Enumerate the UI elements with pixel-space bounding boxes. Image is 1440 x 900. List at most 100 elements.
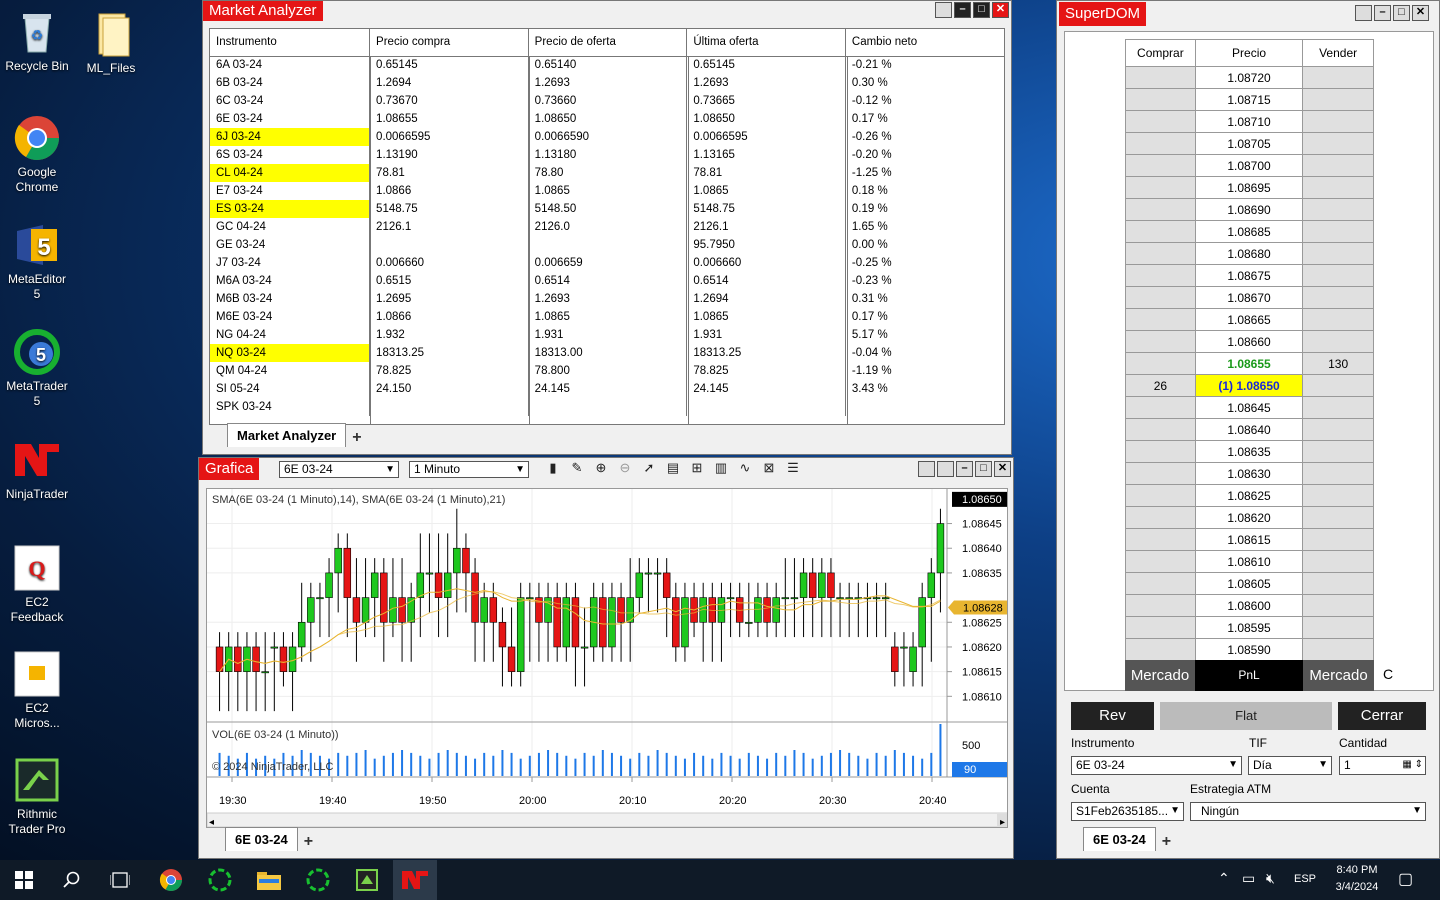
ladder-row[interactable]: 1.08595 xyxy=(1125,616,1374,639)
quantity-stepper[interactable]: 1 ▦ ⇕ xyxy=(1339,756,1426,775)
ladder-row[interactable]: 1.08715 xyxy=(1125,88,1374,111)
sell-cell[interactable] xyxy=(1302,396,1374,419)
buy-cell[interactable] xyxy=(1125,88,1196,111)
desktop-icon-folder[interactable]: ML_Files xyxy=(78,10,144,76)
desktop-icon-ec2-feedback[interactable]: Q EC2 Feedback xyxy=(4,544,70,625)
buy-cell[interactable] xyxy=(1125,462,1196,485)
sell-cell[interactable] xyxy=(1302,176,1374,199)
sell-cell[interactable] xyxy=(1302,308,1374,331)
sell-cell[interactable] xyxy=(1302,506,1374,529)
ninjatrader-taskbar-icon[interactable] xyxy=(393,860,437,900)
table-row[interactable]: QM 04-24 78.825 78.800 78.825 -1.19 % xyxy=(210,362,1004,380)
sell-cell[interactable] xyxy=(1302,66,1374,89)
table-row[interactable]: CL 04-24 78.81 78.80 78.81 -1.25 % xyxy=(210,164,1004,182)
sell-cell[interactable] xyxy=(1302,220,1374,243)
buy-cell[interactable] xyxy=(1125,616,1196,639)
desktop-icon-chrome[interactable]: Google Chrome xyxy=(4,114,70,195)
ladder-row[interactable]: 1.08590 xyxy=(1125,638,1374,661)
ladder-row[interactable]: 1.08685 xyxy=(1125,220,1374,243)
chart-trader-icon[interactable]: ▥ xyxy=(714,461,728,475)
desktop-icon-rithmic[interactable]: Rithmic Trader Pro xyxy=(4,756,70,837)
data-box-icon[interactable]: ▤ xyxy=(666,461,680,475)
sell-cell[interactable] xyxy=(1302,132,1374,155)
drawing-tool-icon[interactable]: ✎ xyxy=(570,461,584,475)
ladder-row[interactable]: 1.08610 xyxy=(1125,550,1374,573)
buy-cell[interactable] xyxy=(1125,286,1196,309)
ladder-row[interactable]: 1.08620 xyxy=(1125,506,1374,529)
volume-muted-icon[interactable]: 🔇︎ xyxy=(1266,870,1275,887)
sell-cell[interactable] xyxy=(1302,550,1374,573)
dom-instrument-select[interactable]: 6E 03-24 ▼ xyxy=(1071,756,1242,775)
close-icon[interactable]: ✕ xyxy=(994,461,1011,477)
ladder-row[interactable]: 1.08630 xyxy=(1125,462,1374,485)
minimize-button[interactable]: – xyxy=(956,461,973,477)
network-icon[interactable]: ▭ xyxy=(1242,870,1255,887)
sell-cell[interactable] xyxy=(1302,110,1374,133)
column-header[interactable]: Instrumento xyxy=(210,29,370,57)
ladder-row[interactable]: 1.08705 xyxy=(1125,132,1374,155)
sell-cell[interactable] xyxy=(1302,154,1374,177)
ladder-row[interactable]: 1.08710 xyxy=(1125,110,1374,133)
buy-cell[interactable] xyxy=(1125,352,1196,375)
ladder-row[interactable]: 1.08645 xyxy=(1125,396,1374,419)
ladder-row[interactable]: 1.08690 xyxy=(1125,198,1374,221)
buy-cell[interactable] xyxy=(1125,572,1196,595)
desktop-icon-ec2[interactable]: EC2 Micros... xyxy=(4,650,70,731)
maximize-button[interactable]: □ xyxy=(975,461,992,477)
buy-cell[interactable] xyxy=(1125,440,1196,463)
search-icon[interactable] xyxy=(50,860,94,900)
metatrader-taskbar-icon[interactable] xyxy=(198,860,242,900)
sell-cell[interactable] xyxy=(1302,374,1374,397)
candlestick-chart[interactable]: 1.08645 1.08640 1.08635 1.08625 1.08620 1.086… xyxy=(207,489,1008,828)
tab-market-analyzer[interactable]: Market Analyzer xyxy=(227,423,347,447)
buy-cell[interactable] xyxy=(1125,550,1196,573)
notifications-icon[interactable]: ▢ xyxy=(1398,869,1413,889)
ladder-row[interactable]: 1.08695 xyxy=(1125,176,1374,199)
maximize-button[interactable]: □ xyxy=(1393,5,1410,21)
indicators-icon[interactable]: ∿ xyxy=(738,461,752,475)
table-row[interactable]: 6J 03-24 0.0066595 0.0066590 0.0066595 -0.26… xyxy=(210,128,1004,146)
table-row[interactable]: GE 03-24 95.7950 0.00 % xyxy=(210,236,1004,254)
buy-cell[interactable] xyxy=(1125,176,1196,199)
sell-cell[interactable] xyxy=(1302,616,1374,639)
table-row[interactable]: SPK 03-24 xyxy=(210,398,1004,416)
table-row[interactable]: ES 03-24 5148.75 5148.50 5148.75 0.19 % xyxy=(210,200,1004,218)
table-row[interactable]: 6E 03-24 1.08655 1.08650 1.08650 0.17 % xyxy=(210,110,1004,128)
ladder-row[interactable]: 1.08640 xyxy=(1125,418,1374,441)
buy-cell[interactable] xyxy=(1125,132,1196,155)
buy-cell[interactable] xyxy=(1125,264,1196,287)
maximize-button[interactable]: □ xyxy=(973,2,990,18)
table-row[interactable]: NQ 03-24 18313.25 18313.00 18313.25 -0.04 % xyxy=(210,344,1004,362)
instrument-select[interactable]: 6E 03-24 ▼ xyxy=(279,461,399,478)
settings-button[interactable] xyxy=(935,2,952,18)
bar-type-icon[interactable]: ▮ xyxy=(546,461,560,475)
column-header[interactable]: Cambio neto xyxy=(844,29,1004,57)
close-icon[interactable]: ✕ xyxy=(992,2,1009,18)
ladder-row[interactable]: 1.08670 xyxy=(1125,286,1374,309)
ladder-row[interactable]: 1.08600 xyxy=(1125,594,1374,617)
ladder-row[interactable]: 1.08720 xyxy=(1125,66,1374,89)
table-row[interactable]: SI 05-24 24.150 24.145 24.145 3.43 % xyxy=(210,380,1004,398)
minimize-button[interactable]: – xyxy=(954,2,971,18)
superdom-titlebar[interactable]: SuperDOM – □ ✕ xyxy=(1057,1,1439,26)
ladder-row[interactable]: 1.08680 xyxy=(1125,242,1374,265)
column-header[interactable]: Precio compra xyxy=(369,29,529,57)
sell-cell[interactable] xyxy=(1302,484,1374,507)
atm-strategy-select[interactable]: Ningún ▼ xyxy=(1190,802,1426,821)
buy-cell[interactable] xyxy=(1125,154,1196,177)
task-view-icon[interactable] xyxy=(98,860,142,900)
sell-cell[interactable] xyxy=(1302,418,1374,441)
table-row[interactable]: NG 04-24 1.932 1.931 1.931 5.17 % xyxy=(210,326,1004,344)
ladder-row[interactable]: 1.08700 xyxy=(1125,154,1374,177)
flat-button[interactable]: Flat xyxy=(1160,702,1332,730)
market-sell-button[interactable]: Mercado xyxy=(1303,660,1374,691)
table-row[interactable]: 6A 03-24 0.65145 0.65140 0.65145 -0.21 % xyxy=(210,56,1004,74)
properties-icon[interactable]: ☰ xyxy=(786,461,800,475)
clock-date[interactable]: 3/4/2024 xyxy=(1328,881,1386,893)
account-select[interactable]: S1Feb2635185... ▼ xyxy=(1071,802,1184,821)
sell-cell[interactable] xyxy=(1302,88,1374,111)
sell-cell[interactable]: 130 xyxy=(1302,352,1374,375)
desktop-icon-ninjatrader[interactable]: NinjaTrader xyxy=(4,436,70,502)
rev-button[interactable]: Rev xyxy=(1071,702,1154,730)
minimize-button[interactable]: – xyxy=(1374,5,1391,21)
